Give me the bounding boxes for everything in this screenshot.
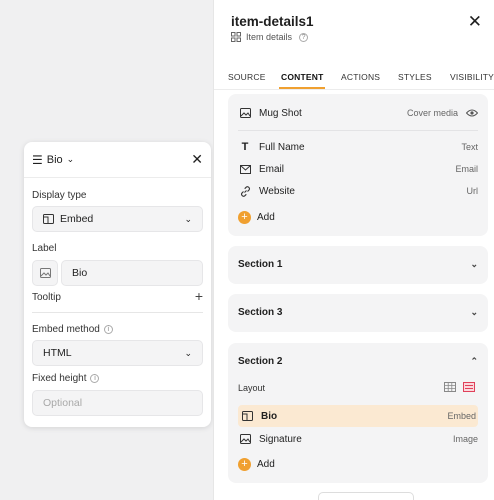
field-row[interactable]: T Full Name Text — [238, 136, 478, 158]
embed-icon — [43, 214, 54, 224]
fixed-height-label: Fixed height i — [32, 373, 100, 384]
label-label: Label — [32, 243, 57, 254]
section-title: Section 2 — [238, 356, 283, 367]
tab-source[interactable]: SOURCE — [228, 66, 266, 88]
tab-actions[interactable]: ACTIONS — [341, 66, 380, 88]
add-field-button[interactable]: + Add — [238, 211, 275, 224]
divider — [32, 312, 203, 313]
fixed-height-placeholder: Optional — [43, 397, 83, 409]
embed-method-label: Embed method i — [32, 324, 113, 335]
chevron-down-icon[interactable]: ⌄ — [470, 259, 478, 270]
image-icon — [238, 434, 252, 444]
field-type: Email — [455, 164, 478, 174]
section-title: Section 3 — [238, 307, 283, 318]
chevron-down-icon: ⌄ — [184, 213, 192, 224]
fields-card: Mug Shot Cover media T Full Name Text Em… — [228, 94, 488, 236]
field-row[interactable]: Website Url — [238, 180, 478, 202]
section-card[interactable]: Section 1 ⌄ — [228, 246, 488, 284]
close-icon[interactable]: ✕ — [468, 12, 482, 32]
media-row-type: Cover media — [406, 108, 458, 118]
component-inspector-panel: item-details1 Item details ? ✕ SOURCE CO… — [213, 0, 494, 500]
close-icon[interactable]: ✕ — [191, 151, 203, 168]
field-settings-panel: ☰ Bio ⌄ ✕ Display type Embed ⌄ Label Bio… — [24, 142, 211, 427]
add-tooltip-icon[interactable]: + — [195, 288, 203, 304]
field-row[interactable]: Email Email — [238, 158, 478, 180]
fixed-height-input[interactable]: Optional — [32, 390, 203, 416]
info-icon[interactable]: i — [103, 324, 113, 334]
help-icon[interactable]: ? — [299, 32, 309, 42]
plus-icon: + — [238, 211, 251, 224]
field-label: Full Name — [259, 141, 305, 153]
text-icon: T — [241, 141, 249, 153]
add-label: Add — [257, 459, 275, 470]
panel-title[interactable]: Bio — [47, 154, 63, 166]
embed-method-select[interactable]: HTML ⌄ — [32, 340, 203, 366]
grid-layout-icon[interactable] — [444, 382, 456, 392]
grid-icon — [231, 32, 241, 42]
component-title: item-details1 — [231, 14, 314, 29]
field-label: Website — [259, 185, 295, 197]
media-row[interactable]: Mug Shot Cover media — [238, 102, 478, 124]
embed-method-value: HTML — [43, 347, 72, 359]
section-title: Section 1 — [238, 259, 283, 270]
field-label: Bio — [261, 410, 278, 422]
info-icon[interactable]: i — [90, 373, 100, 383]
layout-label: Layout — [238, 383, 266, 393]
plus-icon: + — [238, 458, 251, 471]
tab-content[interactable]: CONTENT — [278, 66, 326, 89]
label-input[interactable]: Bio — [61, 260, 203, 286]
field-type: Image — [452, 434, 478, 444]
chevron-down-icon[interactable]: ⌄ — [470, 307, 478, 318]
tab-styles[interactable]: STYLES — [398, 66, 432, 88]
divider — [238, 130, 478, 131]
section-header[interactable]: Section 3 ⌄ — [238, 307, 478, 318]
fixed-height-text: Fixed height — [32, 373, 87, 384]
tab-visibility[interactable]: VISIBILITY — [450, 66, 494, 88]
add-section-button[interactable] — [318, 492, 414, 500]
tab-bar: SOURCE CONTENT ACTIONS STYLES VISIBILITY — [214, 66, 494, 90]
section-header[interactable]: Section 2 ⌃ — [238, 356, 478, 367]
embed-method-text: Embed method — [32, 324, 100, 335]
subtitle-text: Item details — [246, 32, 293, 42]
display-type-label: Display type — [32, 190, 87, 201]
eye-icon[interactable] — [466, 109, 478, 117]
label-value: Bio — [72, 267, 88, 279]
field-type: Embed — [447, 411, 476, 421]
section-header[interactable]: Section 1 ⌄ — [238, 259, 478, 270]
field-row-selected[interactable]: Bio Embed — [238, 405, 478, 427]
display-type-value: Embed — [60, 213, 94, 225]
hamburger-icon[interactable]: ☰ — [32, 153, 43, 167]
embed-icon — [240, 411, 254, 421]
chevron-up-icon[interactable]: ⌃ — [470, 356, 478, 367]
display-type-select[interactable]: Embed ⌄ — [32, 206, 203, 232]
field-label: Email — [259, 163, 285, 175]
section-card[interactable]: Section 3 ⌄ — [228, 294, 488, 332]
email-icon — [238, 164, 252, 174]
media-row-label: Mug Shot — [259, 107, 302, 119]
field-label: Signature — [259, 433, 302, 445]
field-type: Text — [461, 142, 478, 152]
link-icon — [238, 185, 252, 197]
chevron-down-icon: ⌄ — [184, 347, 192, 358]
add-label: Add — [257, 212, 275, 223]
add-field-button[interactable]: + Add — [238, 458, 275, 471]
image-picker-button[interactable] — [32, 260, 58, 286]
section-card-expanded: Section 2 ⌃ Layout Bio Embed Signature I… — [228, 343, 488, 483]
list-layout-icon[interactable] — [463, 382, 475, 392]
field-row[interactable]: Signature Image — [238, 428, 478, 450]
chevron-down-icon[interactable]: ⌄ — [67, 154, 75, 165]
tooltip-label: Tooltip — [32, 292, 61, 303]
image-icon — [39, 268, 51, 278]
image-icon — [238, 108, 252, 118]
panel-header: ☰ Bio ⌄ ✕ — [24, 142, 211, 178]
field-type: Url — [466, 186, 479, 196]
component-subtitle: Item details ? — [231, 32, 309, 42]
